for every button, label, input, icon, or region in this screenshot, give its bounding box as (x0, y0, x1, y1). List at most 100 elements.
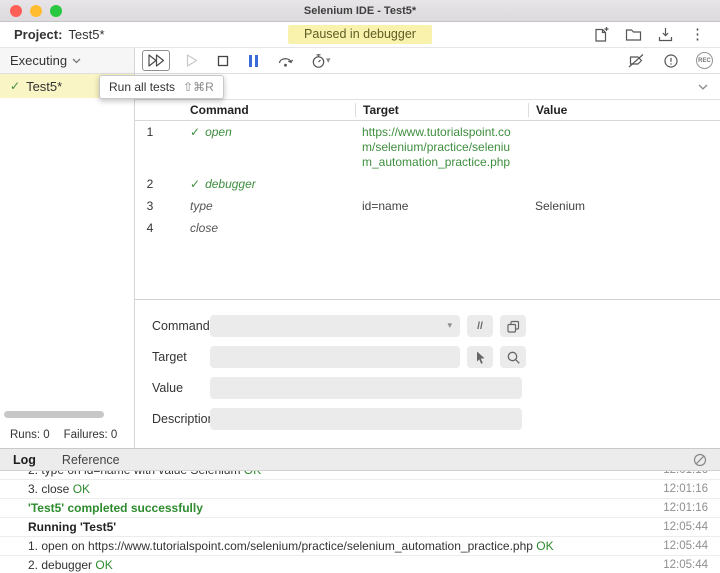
tooltip-shortcut: ⇧⌘R (183, 80, 214, 94)
url-input[interactable] (147, 79, 698, 94)
step-row[interactable]: 1 ✓ open https://www.tutorialspoint.com/sel… (135, 121, 720, 173)
stop-icon (217, 55, 229, 66)
step-row[interactable]: 3 type id=name Selenium (135, 195, 720, 217)
step-value: Selenium (535, 199, 586, 213)
test-speed-button[interactable]: ▾ (309, 52, 333, 70)
pause-on-exceptions-button[interactable] (661, 52, 681, 70)
pause-button[interactable] (245, 54, 262, 68)
header-actions: ⋮ (593, 26, 706, 43)
minimize-window-button[interactable] (30, 5, 42, 17)
step-command: close (165, 221, 355, 236)
step-value (528, 177, 720, 192)
more-actions-button[interactable]: ⋮ (689, 26, 706, 43)
select-target-button[interactable] (467, 346, 493, 368)
log-entry-timestamp: 12:05:44 (663, 540, 708, 552)
new-project-button[interactable] (593, 26, 610, 43)
runs-count: Runs: 0 (10, 429, 50, 441)
search-icon (507, 351, 520, 364)
command-field-row: Command ▾ // (152, 315, 720, 337)
column-header-command: Command (190, 103, 249, 117)
find-target-button[interactable] (500, 346, 526, 368)
step-target (355, 221, 528, 236)
description-input[interactable] (210, 408, 522, 430)
step-command: type (165, 199, 355, 214)
run-all-icon (148, 54, 165, 67)
log-entries: 2. type on id=name with value Selenium O… (0, 471, 720, 573)
description-field-label: Description (152, 412, 215, 426)
log-entry: 'Test5' completed successfully 12:01:16 (0, 499, 720, 518)
titlebar: Selenium IDE - Test5* (0, 0, 720, 22)
log-tabs: Log Reference (0, 449, 720, 471)
clear-log-icon (693, 453, 707, 466)
stopwatch-icon (312, 53, 325, 68)
test-passed-icon: ✓ (10, 79, 21, 93)
value-input[interactable] (210, 377, 522, 399)
step-number: 1 (146, 125, 154, 139)
chevron-down-icon: ▾ (326, 55, 331, 65)
chevron-down-icon[interactable] (698, 84, 708, 90)
step-value (528, 125, 720, 170)
step-row[interactable]: 4 close (135, 217, 720, 239)
step-over-icon (278, 58, 294, 67)
save-icon (658, 28, 673, 42)
step-target (355, 177, 528, 192)
log-entry: 1. open on https://www.tutorialspoint.co… (0, 537, 720, 556)
toggle-comment-button[interactable]: // (467, 315, 493, 337)
log-entry-timestamp: 12:01:16 (663, 471, 708, 476)
target-input[interactable] (210, 346, 460, 368)
step-over-button[interactable] (275, 52, 296, 69)
run-all-tests-button[interactable] (142, 50, 170, 71)
selenium-ide-window: Selenium IDE - Test5* Project: Test5* Pa… (0, 0, 720, 573)
step-number: 3 (146, 199, 154, 213)
tab-reference[interactable]: Reference (62, 453, 120, 467)
save-project-button[interactable] (657, 26, 674, 43)
step-target: https://www.tutorialspoint.com/selenium/… (362, 125, 511, 169)
log-entry-text: 3. close OK (28, 482, 91, 496)
open-in-new-window-button[interactable] (500, 315, 526, 337)
run-current-test-button[interactable] (183, 52, 201, 69)
tests-sidebar: Executing ✓ Test5* Runs: 0 Failures: 0 (0, 48, 135, 448)
step-passed-icon: ✓ (190, 177, 201, 191)
target-field-row: Target (152, 346, 720, 368)
content-area: Executing ✓ Test5* Runs: 0 Failures: 0 ▾… (0, 48, 720, 448)
stop-button[interactable] (214, 53, 232, 69)
record-button[interactable]: REC (696, 52, 713, 69)
paused-in-debugger-badge[interactable]: Paused in debugger (288, 25, 432, 44)
step-row[interactable]: 2 ✓ debugger (135, 173, 720, 195)
target-field-label: Target (152, 350, 187, 364)
project-label: Project: (14, 27, 63, 42)
window-title: Selenium IDE - Test5* (303, 4, 417, 17)
log-entry-ok-status: OK (240, 471, 261, 477)
log-entry: 2. type on id=name with value Selenium O… (0, 471, 720, 480)
failures-count: Failures: 0 (63, 429, 118, 441)
toolbar-right: REC (626, 52, 713, 70)
disable-breakpoints-button[interactable] (626, 52, 646, 69)
command-field-label: Command (152, 319, 210, 333)
tab-log[interactable]: Log (13, 453, 36, 467)
step-command-name: debugger (205, 177, 256, 191)
log-entry: Running 'Test5' 12:05:44 (0, 518, 720, 537)
clear-log-button[interactable] (693, 453, 707, 467)
log-entry-timestamp: 12:05:44 (663, 521, 708, 533)
project-name: Test5* (68, 27, 105, 42)
pause-on-exceptions-icon (664, 53, 678, 68)
zoom-window-button[interactable] (50, 5, 62, 17)
tests-view-dropdown[interactable]: Executing (0, 48, 134, 74)
log-entry-ok-status: OK (69, 482, 91, 496)
step-command-name: open (205, 125, 232, 139)
step-number: 4 (146, 221, 154, 235)
column-header-value: Value (528, 103, 720, 117)
comment-slashes-icon: // (477, 320, 483, 332)
play-icon (186, 54, 198, 67)
log-entry-ok-status: OK (532, 539, 554, 553)
command-select[interactable]: ▾ (210, 315, 460, 337)
sidebar-horizontal-scrollbar[interactable] (4, 411, 104, 418)
step-value (528, 221, 720, 236)
open-project-button[interactable] (625, 26, 642, 43)
tests-view-label: Executing (10, 53, 68, 68)
value-field-label: Value (152, 381, 184, 395)
steps-table-header: Command Target Value (135, 100, 720, 121)
close-window-button[interactable] (10, 5, 22, 17)
step-command: ✓ open (165, 125, 355, 170)
log-entry-timestamp: 12:05:44 (663, 559, 708, 571)
